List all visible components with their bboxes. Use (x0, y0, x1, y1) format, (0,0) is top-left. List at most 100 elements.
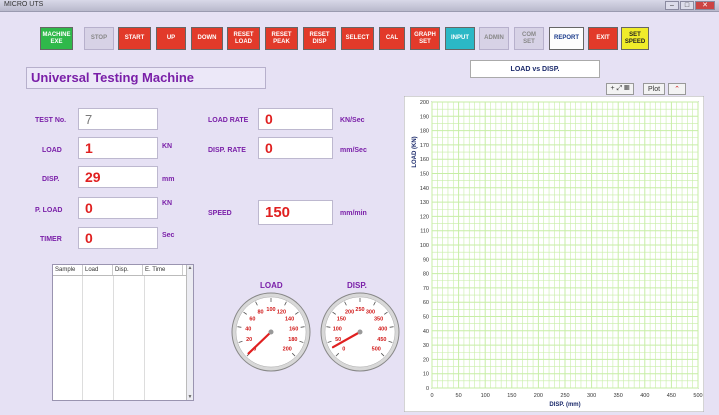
app-title: Universal Testing Machine (26, 67, 266, 89)
speed-unit: mm/min (340, 210, 367, 217)
col-load: Load (83, 265, 113, 275)
peak-load-unit: KN (162, 200, 173, 207)
x-tick-label: 100 (481, 393, 490, 399)
speed-field[interactable]: 150 (258, 200, 333, 225)
y-tick-label: 90 (423, 257, 429, 263)
table-body (53, 276, 186, 400)
load-rate-label: LOAD RATE (208, 117, 249, 124)
y-tick-label: 20 (423, 357, 429, 363)
maximize-icon[interactable]: □ (680, 1, 694, 10)
disp-gauge-title: DISP. (347, 281, 367, 290)
y-tick-label: 150 (420, 172, 429, 178)
x-tick-label: 250 (560, 393, 569, 399)
y-tick-label: 60 (423, 300, 429, 306)
window-title: MICRO UTS (4, 1, 44, 8)
input-button[interactable]: INPUT (445, 27, 475, 50)
y-tick-label: 190 (420, 114, 429, 120)
x-axis-label: DISP. (mm) (549, 402, 580, 408)
col-disp: Disp. (113, 265, 143, 275)
y-tick-label: 160 (420, 157, 429, 163)
y-tick-label: 10 (423, 372, 429, 378)
x-tick-label: 400 (640, 393, 649, 399)
close-icon[interactable]: ✕ (695, 1, 715, 10)
load-gauge-tick-label: 20 (246, 337, 252, 343)
chart-tools: + ⤢ ▦ Plot ⌃ (606, 83, 686, 95)
disp-gauge-tick-label: 500 (372, 346, 381, 352)
load-rate-field: 0 (258, 108, 333, 130)
disp-field: 29 (78, 166, 158, 188)
load-gauge-tick-label: 200 (283, 346, 292, 352)
y-tick-label: 0 (426, 386, 429, 392)
load-field: 1 (78, 137, 158, 159)
y-tick-label: 50 (423, 315, 429, 321)
load-gauge-title: LOAD (260, 281, 283, 290)
col-sample: Sample (53, 265, 83, 275)
scroll-up-icon[interactable]: ▲ (187, 265, 193, 271)
y-tick-label: 30 (423, 343, 429, 349)
y-tick-label: 40 (423, 329, 429, 335)
reset-load-button[interactable]: RESET LOAD (227, 27, 260, 50)
peak-load-label: P. LOAD (35, 207, 63, 214)
scroll-down-icon[interactable]: ▼ (187, 394, 193, 400)
load-gauge-tick-label: 120 (277, 310, 286, 316)
table-header: Sample Load Disp. E. Time (53, 265, 193, 276)
y-tick-label: 100 (420, 243, 429, 249)
load-gauge: 020406080 100 120140160180200 (231, 292, 311, 372)
disp-gauge: 050100150200 250 300350400450500 (320, 292, 400, 372)
x-tick-label: 350 (614, 393, 623, 399)
y-tick-label: 80 (423, 272, 429, 278)
y-tick-label: 180 (420, 129, 429, 135)
load-gauge-tick-label: 40 (245, 326, 251, 332)
table-scrollbar[interactable]: ▲ ▼ (186, 265, 193, 400)
table-divider (113, 276, 114, 400)
start-button[interactable]: START (118, 27, 151, 50)
timer-field: 0 (78, 227, 158, 249)
disp-unit: mm (162, 176, 175, 183)
disp-gauge-tick-label: 0 (342, 346, 345, 352)
disp-rate-unit: mm/Sec (340, 147, 367, 154)
x-tick-label: 300 (587, 393, 596, 399)
reset-disp-button[interactable]: RESET DISP (303, 27, 336, 50)
window-controls: – □ ✕ (665, 1, 715, 10)
up-button[interactable]: UP (156, 27, 186, 50)
x-tick-label: 50 (456, 393, 462, 399)
plot-line-icon[interactable]: ⌃ (668, 83, 686, 95)
set-speed-button[interactable]: SET SPEED (621, 27, 649, 50)
reset-peak-button[interactable]: RESET PEAK (265, 27, 298, 50)
select-button[interactable]: SELECT (341, 27, 374, 50)
load-gauge-tick-label: 100 (266, 307, 275, 313)
plot-legend-button[interactable]: Plot (643, 83, 665, 95)
zoom-tools-icon[interactable]: + ⤢ ▦ (606, 83, 634, 95)
admin-button[interactable]: ADMIN (479, 27, 509, 50)
graph-set-button[interactable]: GRAPH SET (410, 27, 440, 50)
com-set-button[interactable]: COM SET (514, 27, 544, 50)
y-tick-label: 70 (423, 286, 429, 292)
load-gauge-tick-label: 180 (288, 337, 297, 343)
load-gauge-tick-label: 160 (289, 326, 298, 332)
y-tick-label: 110 (420, 229, 429, 235)
load-unit: KN (162, 143, 173, 150)
cal-button[interactable]: CAL (379, 27, 405, 50)
table-divider (144, 276, 145, 400)
timer-unit: Sec (162, 232, 175, 239)
disp-gauge-tick-label: 300 (366, 310, 375, 316)
disp-gauge-tick-label: 250 (355, 307, 364, 313)
exit-button[interactable]: EXIT (588, 27, 618, 50)
stop-button[interactable]: STOP (84, 27, 114, 50)
y-tick-label: 140 (420, 186, 429, 192)
speed-label: SPEED (208, 210, 232, 217)
x-tick-label: 0 (430, 393, 433, 399)
report-button[interactable]: REPORT (549, 27, 584, 50)
minimize-icon[interactable]: – (665, 1, 679, 10)
disp-gauge-tick-label: 100 (333, 326, 342, 332)
window-titlebar: MICRO UTS – □ ✕ (0, 0, 719, 12)
disp-gauge-tick-label: 450 (377, 337, 386, 343)
y-tick-label: 200 (420, 100, 429, 106)
disp-gauge-hub (357, 329, 363, 335)
down-button[interactable]: DOWN (191, 27, 223, 50)
timer-label: TIMER (40, 236, 62, 243)
y-tick-label: 130 (420, 200, 429, 206)
results-table[interactable]: Sample Load Disp. E. Time ▲ ▼ (52, 264, 194, 401)
machine-exe-button[interactable]: MACHINE EXE (40, 27, 73, 50)
test-no-field[interactable]: 7 (78, 108, 158, 130)
